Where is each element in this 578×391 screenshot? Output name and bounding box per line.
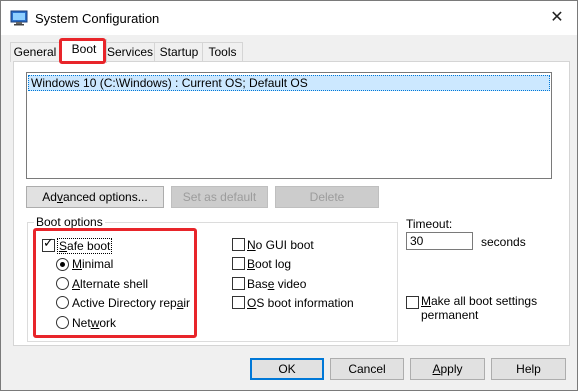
minimal-label[interactable]: Minimal xyxy=(72,257,113,271)
network-label[interactable]: Network xyxy=(72,316,116,330)
delete-button[interactable]: Delete xyxy=(275,186,379,208)
help-button[interactable]: Help xyxy=(491,358,566,380)
alternate-shell-label[interactable]: Alternate shell xyxy=(72,277,148,291)
timeout-unit: seconds xyxy=(481,235,526,249)
tab-general[interactable]: General xyxy=(10,42,60,62)
set-as-default-button[interactable]: Set as default xyxy=(171,186,268,208)
make-permanent-label[interactable]: Make all boot settings permanent xyxy=(421,294,537,322)
boot-options-label: Boot options xyxy=(34,215,105,229)
base-video-label[interactable]: Base video xyxy=(247,277,306,291)
timeout-input[interactable]: 30 xyxy=(406,232,473,250)
selected-dot xyxy=(60,262,65,267)
network-radio[interactable] xyxy=(56,316,69,329)
minimal-radio[interactable] xyxy=(56,258,69,271)
no-gui-boot-label[interactable]: No GUI boot xyxy=(247,238,314,252)
advanced-options-button[interactable]: Advanced options... xyxy=(26,186,164,208)
boot-log-label[interactable]: Boot log xyxy=(247,257,291,271)
os-list-item[interactable]: Windows 10 (C:\Windows) : Current OS; De… xyxy=(28,75,550,91)
active-directory-repair-label[interactable]: Active Directory repair xyxy=(72,296,190,310)
boot-log-checkbox[interactable] xyxy=(232,257,245,270)
tab-services[interactable]: Services xyxy=(104,42,156,62)
alternate-shell-radio[interactable] xyxy=(56,277,69,290)
safe-boot-label[interactable]: Safe boot xyxy=(57,238,113,254)
window-title: System Configuration xyxy=(35,11,160,26)
check-icon: ✓ xyxy=(43,235,54,250)
os-list[interactable]: Windows 10 (C:\Windows) : Current OS; De… xyxy=(26,72,552,179)
apply-button[interactable]: Apply xyxy=(410,358,485,380)
active-directory-repair-radio[interactable] xyxy=(56,296,69,309)
timeout-label: Timeout: xyxy=(406,217,453,231)
tab-boot[interactable]: Boot xyxy=(61,39,107,63)
tab-startup[interactable]: Startup xyxy=(154,42,204,62)
os-boot-information-checkbox[interactable] xyxy=(232,296,245,309)
make-permanent-checkbox[interactable] xyxy=(406,296,419,309)
title-bar: System Configuration ✕ xyxy=(1,1,577,35)
base-video-checkbox[interactable] xyxy=(232,277,245,290)
system-configuration-icon xyxy=(10,10,28,26)
ok-button[interactable]: OK xyxy=(250,358,324,380)
no-gui-boot-checkbox[interactable] xyxy=(232,238,245,251)
tab-tools[interactable]: Tools xyxy=(202,42,243,62)
os-boot-information-label[interactable]: OS boot information xyxy=(247,296,354,310)
cancel-button[interactable]: Cancel xyxy=(330,358,404,380)
safe-boot-checkbox[interactable]: ✓ xyxy=(42,235,55,252)
system-configuration-window: System Configuration ✕ General Boot Serv… xyxy=(0,0,578,391)
close-icon[interactable]: ✕ xyxy=(541,4,573,32)
